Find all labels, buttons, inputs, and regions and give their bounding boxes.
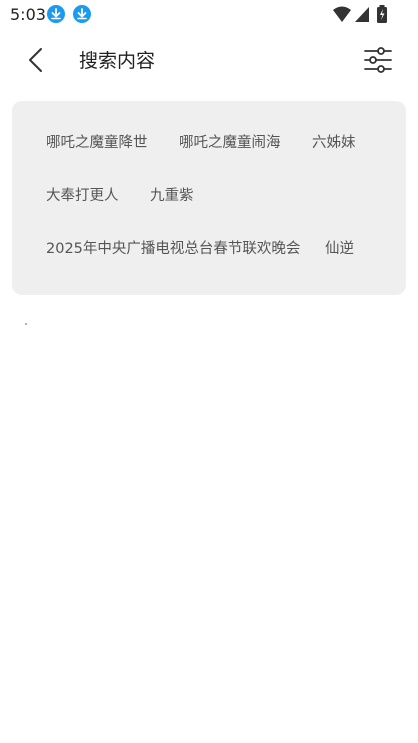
page-title: 搜索内容 [79, 50, 156, 72]
divider-dot [25, 323, 27, 325]
download-icon [47, 5, 65, 23]
header: 搜索内容 [0, 36, 418, 84]
keyword-item[interactable]: 哪吒之魔童闹海 [179, 131, 281, 152]
sliders-icon [364, 47, 392, 73]
battery-icon [377, 5, 387, 23]
status-time: 5:03 [10, 5, 46, 24]
keyword-item[interactable]: 哪吒之魔童降世 [46, 131, 148, 152]
keyword-panel: 哪吒之魔童降世 哪吒之魔童闹海 六姊妹 大奉打更人 九重紫 2025年中央广播电… [12, 101, 406, 295]
filter-button[interactable] [360, 42, 396, 78]
signal-icon [355, 7, 369, 22]
chevron-left-icon [29, 48, 42, 72]
keyword-item[interactable]: 大奉打更人 [46, 184, 119, 205]
status-right-icons [332, 5, 392, 23]
keyword-item[interactable]: 六姊妹 [312, 131, 356, 152]
status-bar: 5:03 [0, 0, 418, 28]
back-button[interactable] [18, 44, 54, 76]
download-icon [73, 5, 91, 23]
wifi-icon [333, 6, 351, 22]
keyword-item[interactable]: 九重紫 [150, 184, 194, 205]
keyword-item[interactable]: 仙逆 [325, 237, 354, 258]
keyword-item[interactable]: 2025年中央广播电视总台春节联欢晚会 [46, 237, 300, 258]
